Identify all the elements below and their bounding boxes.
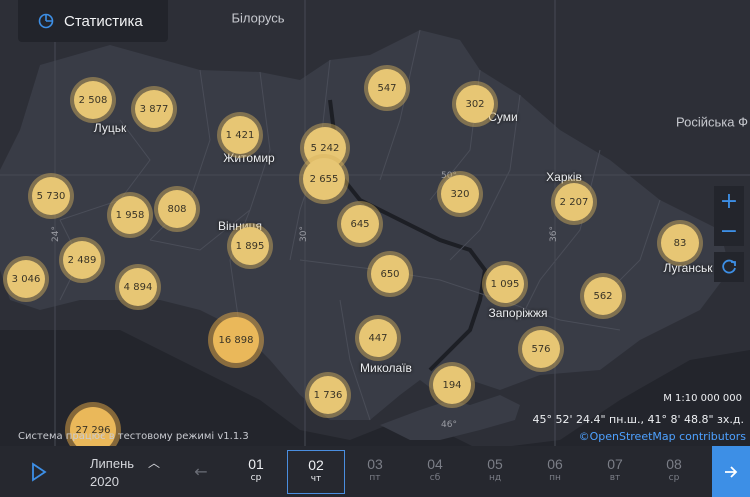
arrow-left-icon: ← [194,462,208,481]
cluster-marker[interactable]: 650 [371,255,409,293]
day-item[interactable]: 05 нд [466,450,524,494]
city-label-sumy: Суми [488,110,518,124]
map-app: Білорусь Російська Ф 50° 24° 30° 36° 46°… [0,0,750,497]
graticule-label-lon36: 36° [549,226,559,242]
cluster-marker[interactable]: 1 958 [111,196,149,234]
plus-icon: + [719,188,739,214]
cluster-marker[interactable]: 1 095 [486,265,524,303]
cluster-marker[interactable]: 4 894 [119,268,157,306]
cluster-marker[interactable]: 2 489 [63,241,101,279]
pie-chart-icon [38,13,54,29]
day-item[interactable]: 04 сб [406,450,464,494]
day-number: 04 [427,456,443,472]
day-weekday: чт [310,474,322,484]
cluster-marker[interactable]: 447 [359,319,397,357]
day-number: 01 [248,456,264,472]
play-button[interactable] [18,446,60,497]
day-weekday: вт [609,473,621,483]
cluster-marker[interactable]: 3 046 [7,260,45,298]
cluster-marker[interactable]: 320 [441,175,479,213]
day-number: 06 [547,456,563,472]
day-weekday: пт [369,473,381,483]
day-weekday: сб [429,473,441,483]
country-label-russia: Російська Ф [676,114,748,130]
day-item[interactable]: 01 ср [227,450,285,494]
next-day-button[interactable] [712,446,750,497]
zoom-in-button[interactable]: + [714,186,744,216]
cluster-marker[interactable]: 2 655 [303,158,345,200]
cluster-marker[interactable]: 562 [584,277,622,315]
graticule-label-lon46: 46° [441,420,457,430]
day-weekday: пн [549,473,561,483]
cluster-marker[interactable]: 808 [158,190,196,228]
day-number: 03 [367,456,383,472]
city-label-kharkiv: Харків [546,170,582,184]
cluster-marker[interactable]: 16 898 [213,317,259,363]
day-number: 08 [666,456,682,472]
cluster-marker[interactable]: 83 [661,224,699,262]
cluster-marker[interactable]: 547 [368,69,406,107]
day-item-selected[interactable]: 02 чт [287,450,345,494]
day-item[interactable]: 06 пн [526,450,584,494]
timeline-bar: Липень ︿ 2020 ← 01 ср 02 чт 03 пт 04 сб 05 нд… [0,446,750,497]
cluster-marker[interactable]: 2 508 [74,81,112,119]
statistics-button[interactable]: Статистика [18,0,168,42]
refresh-button[interactable] [714,252,744,282]
chevron-up-icon: ︿ [148,456,161,470]
day-weekday: нд [488,473,502,483]
day-weekday: ср [668,473,680,483]
cursor-coordinates: 45° 52' 24.4" пн.ш., 41° 8' 48.8" зх.д. [532,413,744,426]
day-item[interactable]: 03 пт [346,450,404,494]
city-label-luhansk: Луганськ [663,261,713,275]
country-label-belarus: Білорусь [231,10,285,26]
minus-icon: − [719,218,739,244]
cluster-marker[interactable]: 645 [341,205,379,243]
osm-attribution-link[interactable]: ©OpenStreetMap contributors [579,430,746,443]
day-number: 07 [607,456,623,472]
day-weekday: ср [250,473,262,483]
cluster-marker[interactable]: 5 730 [32,177,70,215]
city-label-zhytomyr: Житомир [223,151,275,165]
cluster-marker[interactable]: 3 877 [135,90,173,128]
day-item[interactable]: 07 вт [586,450,644,494]
play-icon [32,461,47,482]
month-selector[interactable]: Липень ︿ 2020 [70,446,180,497]
cluster-marker[interactable]: 2 207 [555,183,593,221]
city-label-mykolaiv: Миколаїв [360,361,412,375]
graticule-label-lon30: 30° [299,226,309,242]
cluster-marker[interactable]: 1 736 [309,376,347,414]
cluster-marker[interactable]: 1 421 [221,116,259,154]
year-label: 2020 [90,474,119,489]
scale-label: М 1:10 000 000 [663,393,742,404]
cluster-marker[interactable]: 576 [522,330,560,368]
city-label-lutsk: Луцьк [93,121,127,135]
version-notice: Система працює в тестовому режимі v1.1.3 [18,431,249,442]
refresh-icon [722,259,736,274]
day-item[interactable]: 08 ср [645,450,703,494]
cluster-marker[interactable]: 194 [433,366,471,404]
cluster-marker[interactable]: 1 895 [231,227,269,265]
previous-day-button[interactable]: ← [190,446,212,497]
graticule-label-lon24: 24° [51,226,61,242]
day-number: 05 [487,456,503,472]
month-label: Липень [90,456,135,471]
statistics-label: Статистика [64,12,143,30]
cluster-marker[interactable]: 302 [456,85,494,123]
zoom-out-button[interactable]: − [714,216,744,246]
city-label-zaporizhzhia: Запоріжжя [488,306,548,320]
day-number: 02 [308,457,324,473]
arrow-right-icon [725,465,738,478]
